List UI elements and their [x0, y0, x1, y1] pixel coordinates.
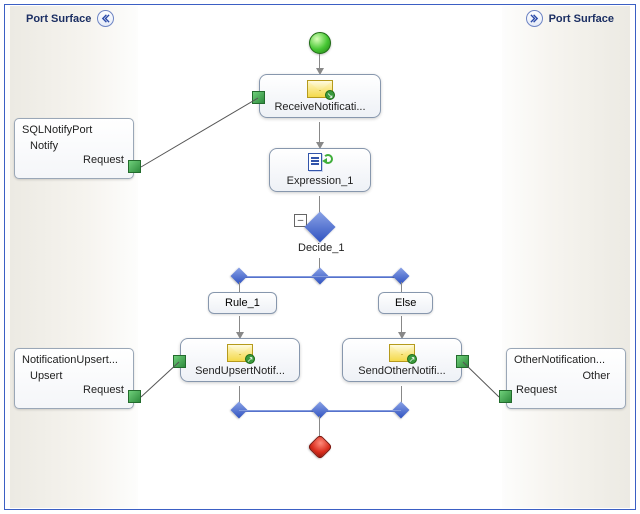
rule-label: Rule_1	[225, 297, 260, 309]
port-surface-right-label: Port Surface	[549, 13, 614, 25]
port-operation: Upsert	[22, 370, 126, 382]
start-shape[interactable]	[309, 32, 331, 54]
port-message: Request	[514, 384, 618, 396]
port-connector-icon[interactable]	[499, 390, 512, 403]
port-title: NotificationUpsert...	[22, 354, 126, 366]
decide-label: Decide_1	[298, 242, 344, 254]
send-other-shape[interactable]: ↗ SendOtherNotifi...	[342, 338, 462, 382]
collapse-right-icon[interactable]	[526, 10, 543, 27]
port-operation: Other	[514, 370, 618, 382]
port-surface-right-bg	[502, 6, 630, 508]
connector-line	[401, 282, 402, 292]
branch-bar	[239, 276, 401, 278]
envelope-send-icon: ↗	[389, 343, 415, 363]
port-title: SQLNotifyPort	[22, 124, 126, 136]
else-branch-box[interactable]: Else	[378, 292, 433, 314]
expression-icon	[307, 153, 333, 173]
connector-line	[319, 122, 320, 144]
port-connector-icon[interactable]	[128, 390, 141, 403]
port-surface-left-header: Port Surface	[26, 10, 114, 27]
shape-port-connector-icon[interactable]	[252, 91, 265, 104]
else-label: Else	[395, 297, 416, 309]
collapse-left-icon[interactable]	[97, 10, 114, 27]
send-upsert-shape[interactable]: ↗ SendUpsertNotif...	[180, 338, 300, 382]
envelope-receive-icon: ↘	[307, 79, 333, 99]
port-connector-icon[interactable]	[128, 160, 141, 173]
shape-label: Expression_1	[287, 175, 354, 187]
shape-label: SendOtherNotifi...	[358, 365, 445, 377]
connector-line	[239, 282, 240, 292]
end-shape[interactable]	[307, 434, 332, 459]
branch-diamond-icon	[312, 402, 329, 419]
port-sqlnotify[interactable]: SQLNotifyPort Notify Request	[14, 118, 134, 179]
rule-branch-box[interactable]: Rule_1	[208, 292, 277, 314]
connector-line	[319, 416, 320, 436]
shape-label: SendUpsertNotif...	[195, 365, 285, 377]
port-notificationupsert[interactable]: NotificationUpsert... Upsert Request	[14, 348, 134, 409]
port-surface-left-bg	[10, 6, 138, 508]
shape-port-connector-icon[interactable]	[173, 355, 186, 368]
port-othernotification[interactable]: OtherNotification... Other Request	[506, 348, 626, 409]
port-operation: Notify	[22, 140, 126, 152]
decide-shape[interactable]	[304, 211, 335, 242]
envelope-send-icon: ↗	[227, 343, 253, 363]
expression-shape[interactable]: Expression_1	[269, 148, 371, 192]
shape-label: ReceiveNotificati...	[274, 101, 365, 113]
shape-port-connector-icon[interactable]	[456, 355, 469, 368]
orchestration-canvas[interactable]: Port Surface Port Surface SQLNotifyPort …	[0, 0, 640, 514]
port-surface-right-header: Port Surface	[526, 10, 614, 27]
receive-shape[interactable]: ↘ ReceiveNotificati...	[259, 74, 381, 118]
port-message: Request	[22, 154, 126, 166]
port-message: Request	[22, 384, 126, 396]
port-surface-left-label: Port Surface	[26, 13, 91, 25]
port-title: OtherNotification...	[514, 354, 618, 366]
